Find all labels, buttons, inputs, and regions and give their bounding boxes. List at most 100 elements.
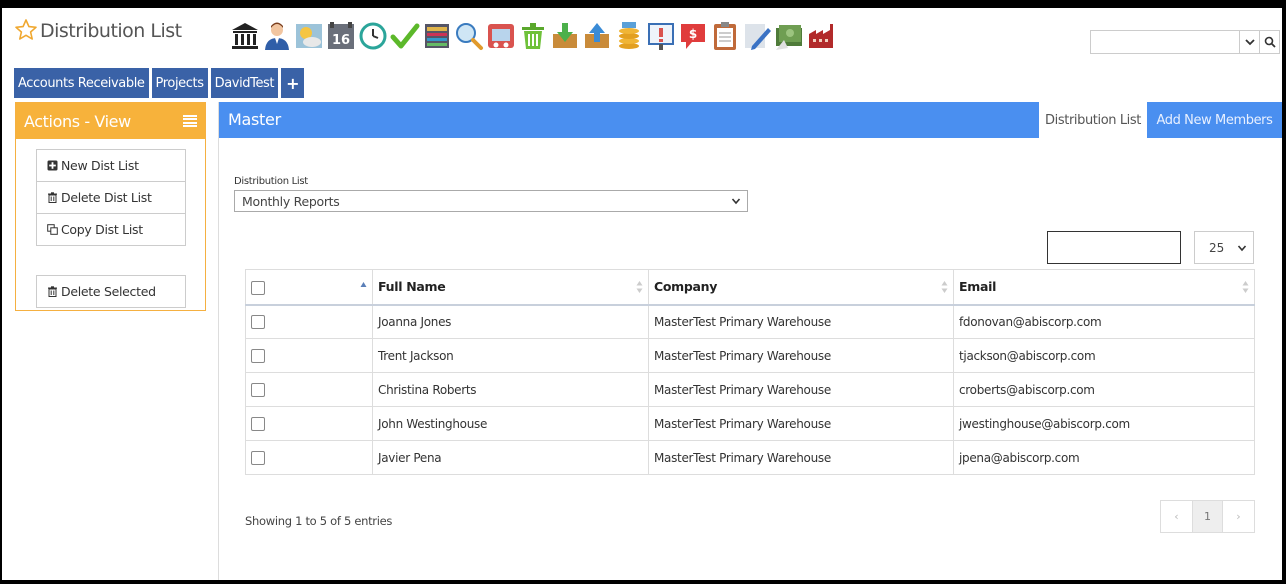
delete-selected-button[interactable]: Delete Selected (36, 275, 186, 308)
search-magnifier-icon[interactable] (454, 19, 484, 53)
sort-icon (941, 281, 948, 293)
cash-icon[interactable] (774, 19, 804, 53)
table-row[interactable]: John Westinghouse MasterTest Primary War… (245, 406, 1255, 441)
clock-icon[interactable] (358, 19, 388, 53)
table-search-input[interactable] (1047, 231, 1181, 264)
full-name-cell: Joanna Jones (372, 304, 649, 339)
actions-panel-title: Actions - View (24, 111, 131, 131)
trash-bin-icon[interactable] (518, 19, 548, 53)
user-icon[interactable] (262, 19, 292, 53)
clipboard-icon[interactable] (710, 19, 740, 53)
calendar-icon[interactable]: 16 (326, 19, 356, 53)
delete-dist-list-label: Delete Dist List (61, 190, 152, 205)
actions-panel: Actions - View New Dist List Delete Dist… (15, 102, 206, 311)
email-header-label: Email (959, 279, 997, 295)
row-select-cell (245, 406, 373, 441)
new-dist-list-button[interactable]: New Dist List (36, 149, 186, 182)
page-size-select[interactable]: 25 (1194, 231, 1254, 264)
select-all-checkbox[interactable] (251, 280, 265, 295)
favorite-star-icon[interactable] (14, 18, 38, 42)
search-icon (1264, 36, 1276, 48)
email-cell: tjackson@abiscorp.com (953, 338, 1255, 373)
delete-dist-list-button[interactable]: Delete Dist List (36, 181, 186, 214)
master-header: Master Distribution List Add New Members (219, 102, 1282, 138)
row-checkbox[interactable] (251, 382, 265, 397)
tab-projects[interactable]: Projects (151, 68, 208, 98)
money-chat-icon[interactable]: $ (678, 19, 708, 53)
dist-list-actions: New Dist List Delete Dist List Copy Dist… (36, 149, 186, 246)
accounting-icon[interactable] (422, 19, 452, 53)
email-cell: fdonovan@abiscorp.com (953, 304, 1255, 339)
page-title: Distribution List (40, 20, 182, 42)
company-cell: MasterTest Primary Warehouse (648, 304, 954, 339)
svg-text:$: $ (689, 27, 697, 41)
trash-icon (48, 192, 57, 203)
company-header-label: Company (654, 279, 718, 295)
row-select-cell (245, 372, 373, 407)
factory-icon[interactable] (806, 19, 836, 53)
global-search (1090, 30, 1280, 54)
row-select-cell (245, 440, 373, 475)
table-info: Showing 1 to 5 of 5 entries (245, 514, 393, 528)
row-checkbox[interactable] (251, 450, 265, 465)
coins-icon[interactable] (614, 19, 644, 53)
upload-box-icon[interactable] (582, 19, 612, 53)
select-all-column[interactable] (245, 269, 373, 306)
company-column-header[interactable]: Company (648, 269, 954, 306)
table-row[interactable]: Trent Jackson MasterTest Primary Warehou… (245, 338, 1255, 373)
full-name-cell: Javier Pena (372, 440, 649, 475)
edit-pencil-icon[interactable] (742, 19, 772, 53)
email-cell: croberts@abiscorp.com (953, 372, 1255, 407)
tab-add-new-members[interactable]: Add New Members (1147, 102, 1282, 138)
trash-icon (48, 286, 57, 297)
row-select-cell (245, 304, 373, 339)
pagination-page-1[interactable]: 1 (1192, 501, 1223, 532)
chevron-down-icon (731, 198, 741, 205)
calendar-day-label: 16 (332, 33, 350, 48)
copy-icon (47, 224, 58, 235)
email-column-header[interactable]: Email (953, 269, 1255, 306)
global-search-input[interactable] (1091, 31, 1239, 53)
sort-asc-icon[interactable] (360, 280, 367, 294)
row-select-cell (245, 338, 373, 373)
table-row[interactable]: Javier Pena MasterTest Primary Warehouse… (245, 440, 1255, 475)
global-search-button[interactable] (1259, 31, 1279, 53)
tab-distribution-list[interactable]: Distribution List (1039, 102, 1147, 138)
email-cell: jwestinghouse@abiscorp.com (953, 406, 1255, 441)
full-name-cell: John Westinghouse (372, 406, 649, 441)
row-checkbox[interactable] (251, 315, 265, 329)
truck-icon[interactable] (486, 19, 516, 53)
chevron-down-icon (1237, 244, 1247, 251)
full-name-header-label: Full Name (378, 279, 446, 295)
table-row[interactable]: Christina Roberts MasterTest Primary War… (245, 372, 1255, 407)
bank-icon[interactable] (230, 19, 260, 53)
checkmark-icon[interactable] (390, 19, 420, 53)
pagination-prev-button[interactable]: ‹ (1161, 501, 1192, 532)
new-dist-list-label: New Dist List (61, 158, 139, 173)
company-cell: MasterTest Primary Warehouse (648, 372, 954, 407)
row-checkbox[interactable] (251, 416, 265, 431)
actions-panel-header: Actions - View (16, 103, 205, 139)
full-name-cell: Trent Jackson (372, 338, 649, 373)
module-tabs: Accounts Receivable Projects DavidTest + (14, 68, 305, 98)
tab-davidtest[interactable]: DavidTest (210, 68, 279, 98)
global-search-dropdown[interactable] (1239, 31, 1259, 53)
row-checkbox[interactable] (251, 348, 265, 363)
add-tab-button[interactable]: + (281, 68, 305, 98)
master-title: Master (228, 110, 281, 129)
chevron-down-icon (1244, 39, 1255, 46)
app-window: Distribution List 16 $ Accounts Receivab… (2, 8, 1282, 580)
full-name-column-header[interactable]: Full Name (372, 269, 649, 306)
dist-list-select[interactable]: Monthly Reports (234, 190, 748, 212)
selection-actions: Delete Selected (36, 275, 186, 308)
download-box-icon[interactable] (550, 19, 580, 53)
email-cell: jpena@abiscorp.com (953, 440, 1255, 475)
pagination-next-button[interactable]: › (1223, 501, 1254, 532)
table-row[interactable]: Joanna Jones MasterTest Primary Warehous… (245, 304, 1255, 339)
weather-icon[interactable] (294, 19, 324, 53)
tab-accounts-receivable[interactable]: Accounts Receivable (14, 68, 149, 98)
copy-dist-list-button[interactable]: Copy Dist List (36, 213, 186, 246)
menu-icon[interactable] (183, 115, 197, 127)
company-cell: MasterTest Primary Warehouse (648, 406, 954, 441)
alert-board-icon[interactable] (646, 19, 676, 53)
